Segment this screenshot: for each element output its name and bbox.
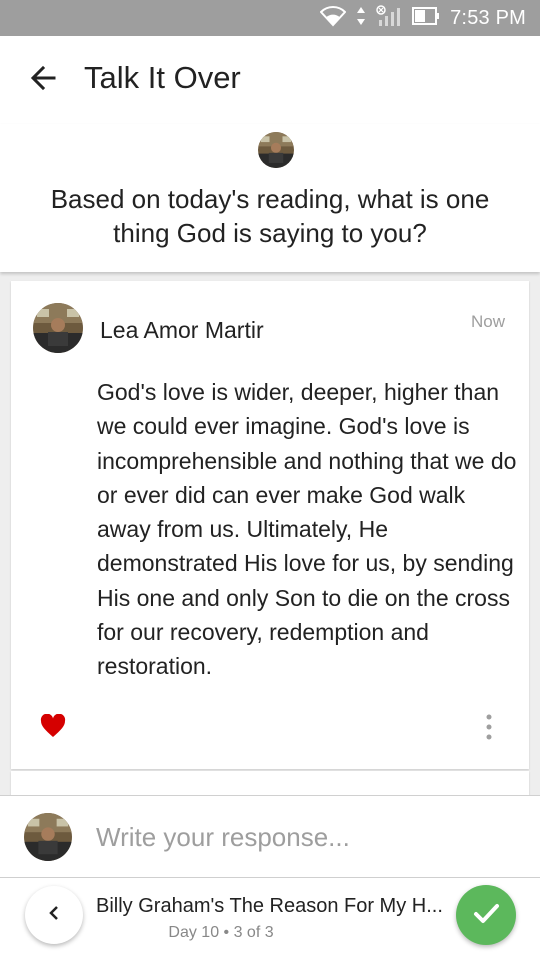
plan-title[interactable]: Billy Graham's The Reason For My H... — [96, 895, 446, 918]
avatar[interactable] — [33, 303, 83, 353]
battery-icon — [412, 6, 440, 31]
signal-icon — [376, 4, 402, 32]
arrow-left-icon — [26, 65, 62, 100]
page-title: Talk It Over — [84, 60, 241, 95]
comment-menu-button[interactable] — [477, 713, 501, 741]
question-header: Based on today's reading, what is one th… — [0, 124, 540, 272]
like-button[interactable] — [40, 713, 66, 738]
comment-timestamp: Now — [470, 312, 505, 331]
response-input[interactable] — [94, 816, 518, 858]
app-bar: Talk It Over — [0, 36, 540, 124]
data-arrows-icon — [356, 6, 366, 31]
plan-avatar — [258, 132, 294, 168]
user-avatar — [24, 813, 72, 861]
plan-progress: Day 10 • 3 of 3 — [168, 924, 274, 941]
more-vertical-icon — [477, 714, 501, 745]
heart-icon — [40, 713, 66, 742]
question-text: Based on today's reading, what is one th… — [50, 184, 490, 248]
response-composer — [0, 795, 540, 878]
comment-card: Lea Amor Martir Now God's love is wider,… — [11, 281, 529, 769]
status-time: 7:53 PM — [450, 6, 526, 29]
comment-author[interactable]: Lea Amor Martir — [100, 317, 264, 344]
check-icon — [470, 897, 502, 934]
chevron-left-icon — [44, 903, 64, 928]
status-icons: 7:53 PM — [319, 0, 526, 36]
status-bar: 7:53 PM — [0, 0, 540, 36]
wifi-icon — [319, 5, 347, 32]
back-button[interactable] — [26, 60, 62, 96]
comment-body: God's love is wider, deeper, higher than… — [97, 379, 517, 680]
complete-button[interactable] — [456, 885, 516, 945]
plan-bar: Billy Graham's The Reason For My H... Da… — [0, 877, 540, 961]
previous-button[interactable] — [25, 886, 83, 944]
